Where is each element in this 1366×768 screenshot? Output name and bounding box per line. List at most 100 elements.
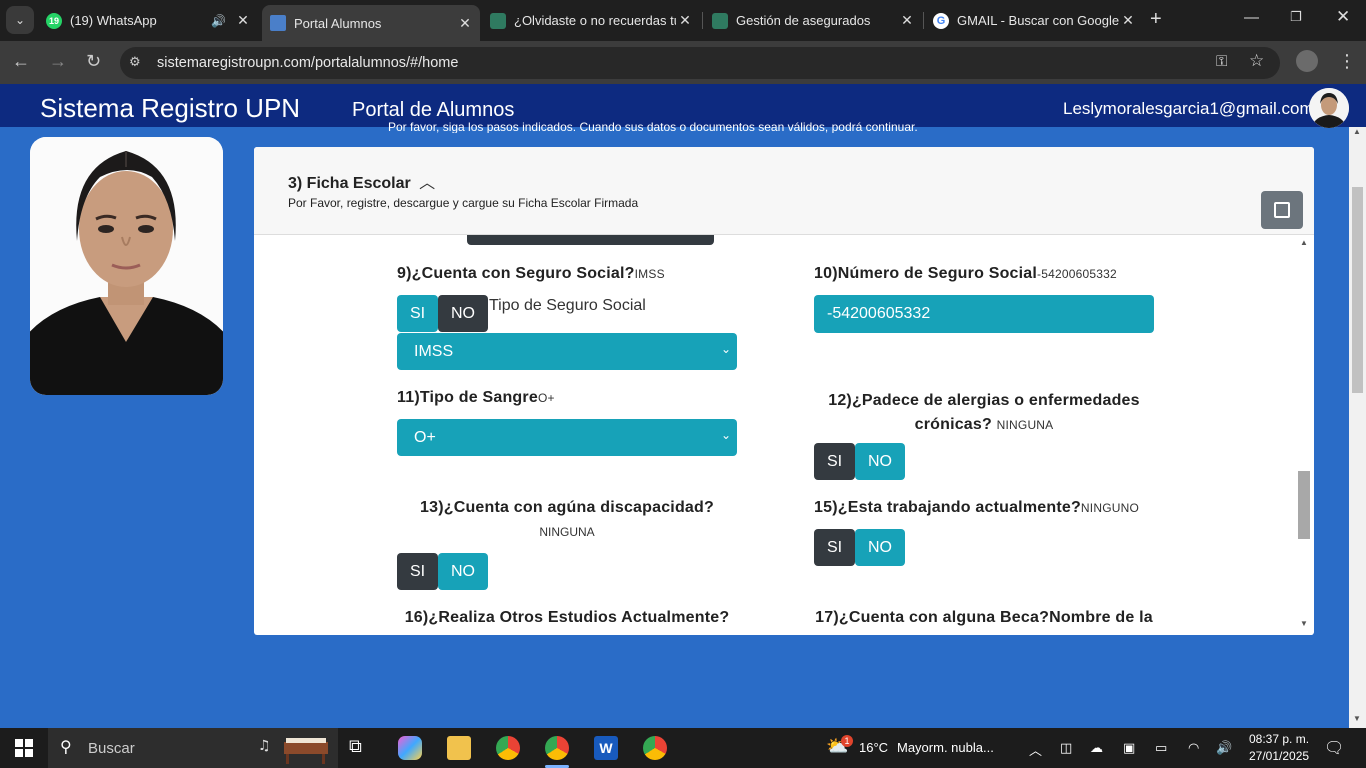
page-scroll-up-icon[interactable]: ▲ xyxy=(1353,127,1361,136)
imss-icon xyxy=(712,12,728,29)
restore-icon[interactable]: ❐ xyxy=(1290,9,1302,25)
speaker-icon[interactable]: 🔊 xyxy=(211,14,226,28)
card-header: 3) Ficha Escolar ︿ Por Favor, registre, … xyxy=(254,147,1314,235)
close-tab-icon[interactable]: ✕ xyxy=(676,12,694,29)
scroll-thumb[interactable] xyxy=(1298,471,1310,539)
taskbar-search-box[interactable]: ⚲ Buscar ♫ xyxy=(48,728,338,768)
page-scroll-thumb[interactable] xyxy=(1352,187,1363,393)
tipo-seguro-selected: IMSS xyxy=(414,343,454,360)
word-icon[interactable]: W xyxy=(594,736,618,760)
tab-separator xyxy=(702,12,703,29)
ficha-escolar-card: 3) Ficha Escolar ︿ Por Favor, registre, … xyxy=(254,147,1314,635)
close-tab-icon[interactable]: ✕ xyxy=(1119,12,1137,29)
q9-no-button[interactable]: NO xyxy=(438,295,488,332)
card-title[interactable]: 3) Ficha Escolar ︿ xyxy=(288,169,435,193)
browser-toolbar: ← → ↻ ⚙ sistemaregistroupn.com/portalalu… xyxy=(0,41,1366,84)
volume-icon[interactable]: 🔊 xyxy=(1216,740,1232,756)
copilot-icon[interactable] xyxy=(398,736,422,760)
weather-desc[interactable]: Mayorm. nubla... xyxy=(897,740,994,755)
q15-si-button[interactable]: SI xyxy=(814,529,855,566)
q12-label-line2-wrap: crónicas? NINGUNA xyxy=(814,413,1154,437)
page-scrollbar[interactable]: ▲ ▼ xyxy=(1349,127,1366,728)
close-tab-icon[interactable]: ✕ xyxy=(898,12,916,29)
scroll-down-icon[interactable]: ▼ xyxy=(1300,619,1308,628)
meet-icon[interactable]: ◫ xyxy=(1060,740,1072,756)
password-key-icon[interactable]: ⚿ xyxy=(1216,53,1227,70)
portal-icon xyxy=(270,15,286,31)
q15-no-button[interactable]: NO xyxy=(855,529,905,566)
whatsapp-icon: 19 xyxy=(46,12,62,29)
tab-whatsapp[interactable]: 19 (19) WhatsApp 🔊 ✕ xyxy=(46,6,252,35)
form-scrollbar[interactable]: ▲ ▼ xyxy=(1296,235,1313,635)
reload-icon[interactable]: ↻ xyxy=(86,51,101,72)
tab-gestion-asegurados[interactable]: Gestión de asegurados ✕ xyxy=(712,6,916,35)
tab-title: (19) WhatsApp xyxy=(70,13,157,28)
battery-icon[interactable]: ▭ xyxy=(1155,740,1167,756)
browser-menu-icon[interactable]: ⋮ xyxy=(1338,51,1356,72)
tab-title: GMAIL - Buscar con Google xyxy=(957,13,1119,28)
minimize-icon[interactable]: — xyxy=(1244,9,1259,26)
task-view-icon[interactable]: ⧉ xyxy=(349,736,373,760)
file-explorer-icon[interactable] xyxy=(447,736,471,760)
scroll-up-icon[interactable]: ▲ xyxy=(1300,238,1308,247)
q13-no-button[interactable]: NO xyxy=(438,553,488,590)
address-bar[interactable]: ⚙ sistemaregistroupn.com/portalalumnos/#… xyxy=(120,47,1280,79)
taskbar-search-placeholder: Buscar xyxy=(88,740,135,757)
close-tab-icon[interactable]: ✕ xyxy=(456,15,474,32)
bookmark-star-icon[interactable]: ☆ xyxy=(1249,51,1264,71)
new-tab-icon[interactable]: + xyxy=(1150,8,1162,31)
back-arrow-icon[interactable]: ← xyxy=(12,51,30,72)
chrome-icon[interactable] xyxy=(496,736,520,760)
tipo-seguro-select[interactable]: IMSS ⌄ xyxy=(397,333,737,370)
wifi-icon[interactable]: ◠ xyxy=(1188,740,1199,756)
tab-title: Portal Alumnos xyxy=(294,15,382,31)
chevron-up-icon[interactable]: ︿ xyxy=(419,169,435,193)
q12-label: 12)¿Padece de alergias o enfermedades cr… xyxy=(814,389,1154,437)
q11-label-text: 11)Tipo de Sangre xyxy=(397,389,538,406)
q12-no-button[interactable]: NO xyxy=(855,443,905,480)
nss-input[interactable]: -54200605332 xyxy=(814,295,1154,333)
q9-label-text: 9)¿Cuenta con Seguro Social? xyxy=(397,265,635,282)
chrome-profile2-icon[interactable] xyxy=(643,736,667,760)
chrome-profile-icon[interactable] xyxy=(545,736,569,760)
tab-search-button[interactable]: ⌄ xyxy=(6,6,34,34)
page-scroll-down-icon[interactable]: ▼ xyxy=(1353,714,1361,723)
weather-badge: 1 xyxy=(841,735,853,747)
search-highlight-piano-icon: ♫ xyxy=(258,738,328,764)
notifications-icon[interactable]: 🗨 xyxy=(1324,738,1344,758)
url-text[interactable]: sistemaregistroupn.com/portalalumnos/#/h… xyxy=(157,55,458,71)
profile-avatar-icon[interactable] xyxy=(1296,50,1318,72)
system-clock[interactable]: 08:37 p. m. 27/01/2025 xyxy=(1249,731,1309,765)
tab-olvidaste[interactable]: ¿Olvidaste o no recuerdas tu ✕ xyxy=(490,6,694,35)
maximize-button[interactable] xyxy=(1261,191,1303,229)
q12-label-line1: 12)¿Padece de alergias o enfermedades xyxy=(828,392,1140,409)
onedrive-icon[interactable]: ☁ xyxy=(1090,740,1103,756)
q12-label-line2: crónicas? xyxy=(914,416,992,433)
tab-gmail-google[interactable]: G GMAIL - Buscar con Google ✕ xyxy=(933,6,1137,35)
close-window-icon[interactable]: ✕ xyxy=(1336,7,1350,27)
tab-portal-alumnos[interactable]: Portal Alumnos ✕ xyxy=(262,5,480,41)
brand-title: Sistema Registro UPN xyxy=(40,93,301,123)
previous-button-partial[interactable] xyxy=(467,235,714,245)
forward-arrow-icon[interactable]: → xyxy=(49,51,67,72)
close-tab-icon[interactable]: ✕ xyxy=(234,12,252,29)
app-tray-icon[interactable]: ▣ xyxy=(1123,740,1135,756)
show-hidden-icons-icon[interactable]: ︿ xyxy=(1029,740,1042,759)
imss-icon xyxy=(490,12,506,29)
user-email[interactable]: Leslymoralesgarcia1@gmail.com xyxy=(1063,99,1314,119)
q10-label-text: 10)Número de Seguro Social xyxy=(814,265,1038,282)
windows-start-icon[interactable] xyxy=(15,739,33,757)
maximize-icon xyxy=(1274,202,1290,218)
q13-current-value: NINGUNA xyxy=(539,525,595,539)
q9-si-button[interactable]: SI xyxy=(397,295,438,332)
instructions-notice: Por favor, siga los pasos indicados. Cua… xyxy=(388,121,918,133)
weather-temp[interactable]: 16°C xyxy=(859,740,888,755)
clock-time: 08:37 p. m. xyxy=(1249,732,1310,746)
q12-si-button[interactable]: SI xyxy=(814,443,855,480)
form-scroll-area[interactable]: 9)¿Cuenta con Seguro Social?IMSS SI NO T… xyxy=(254,235,1314,635)
q15-label: 15)¿Esta trabajando actualmente?NINGUNO xyxy=(814,499,1139,517)
q13-si-button[interactable]: SI xyxy=(397,553,438,590)
tipo-sangre-select[interactable]: O+ ⌄ xyxy=(397,419,737,456)
site-settings-icon[interactable]: ⚙ xyxy=(129,54,147,72)
user-avatar[interactable] xyxy=(1309,88,1349,128)
